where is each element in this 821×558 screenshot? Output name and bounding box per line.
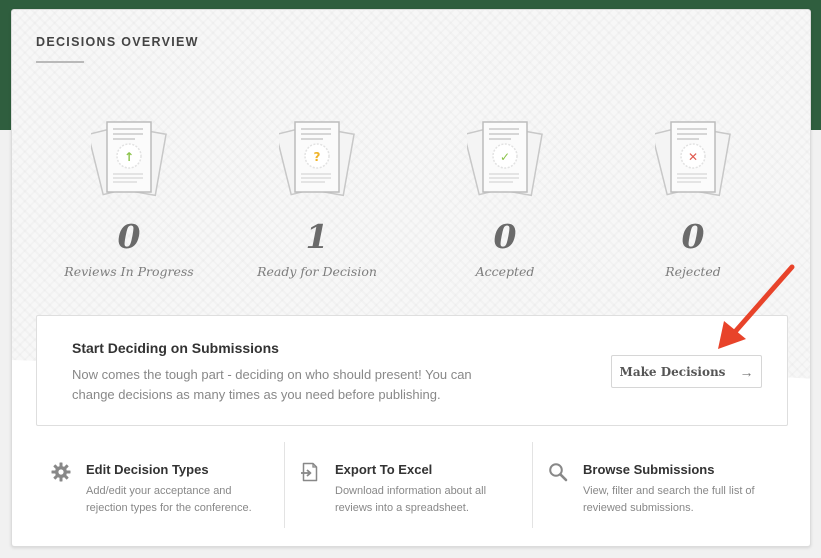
start-deciding-panel: Start Deciding on Submissions Now comes …: [36, 315, 788, 426]
title-underline: [36, 61, 84, 63]
action-description: Download information about all reviews i…: [335, 485, 487, 514]
stat-label: Ready for Decision: [257, 264, 377, 279]
action-title: Export To Excel: [335, 462, 433, 477]
action-description: Add/edit your acceptance and rejection t…: [86, 485, 252, 514]
x-icon: ✕: [655, 121, 731, 197]
svg-text:✕: ✕: [688, 150, 698, 164]
stat-label: Reviews In Progress: [64, 264, 194, 279]
action-description: View, filter and search the full list of…: [583, 485, 755, 514]
stat-label: Accepted: [475, 264, 535, 279]
search-icon: [549, 463, 568, 482]
cta-title: Start Deciding on Submissions: [72, 340, 279, 356]
arrow-up-icon: ↑: [91, 121, 167, 197]
cta-description: Now comes the tough part - deciding on w…: [72, 367, 472, 402]
gear-icon: [51, 462, 71, 482]
stat-accepted[interactable]: ✓ 0 Accepted: [435, 118, 575, 279]
browse-submissions-link[interactable]: Browse Submissions View, filter and sear…: [533, 442, 781, 530]
svg-text:↑: ↑: [124, 150, 134, 164]
export-icon: [301, 462, 318, 482]
action-title: Browse Submissions: [583, 462, 715, 477]
make-decisions-label: Make Decisions: [619, 364, 726, 379]
check-icon: ✓: [467, 121, 543, 197]
svg-text:?: ?: [314, 150, 321, 164]
annotation-arrow-icon: [718, 264, 795, 349]
card-title: DECISIONS OVERVIEW: [36, 35, 199, 49]
svg-text:✓: ✓: [500, 150, 510, 164]
stat-count: 1: [305, 217, 329, 256]
edit-decision-types-link[interactable]: Edit Decision Types Add/edit your accept…: [36, 442, 284, 530]
stat-count: 0: [117, 217, 141, 256]
make-decisions-button[interactable]: Make Decisions →: [611, 355, 762, 388]
question-icon: ?: [279, 121, 355, 197]
decisions-overview-card: DECISIONS OVERVIEW ↑ 0 Reviews In Progre…: [11, 9, 811, 547]
arrow-right-icon: →: [739, 363, 754, 380]
action-title: Edit Decision Types: [86, 462, 209, 477]
stat-count: 0: [681, 217, 705, 256]
export-to-excel-link[interactable]: Export To Excel Download information abo…: [285, 442, 533, 530]
stat-reviews-in-progress[interactable]: ↑ 0 Reviews In Progress: [59, 118, 199, 279]
stat-count: 0: [493, 217, 517, 256]
stat-ready-for-decision[interactable]: ? 1 Ready for Decision: [247, 118, 387, 279]
